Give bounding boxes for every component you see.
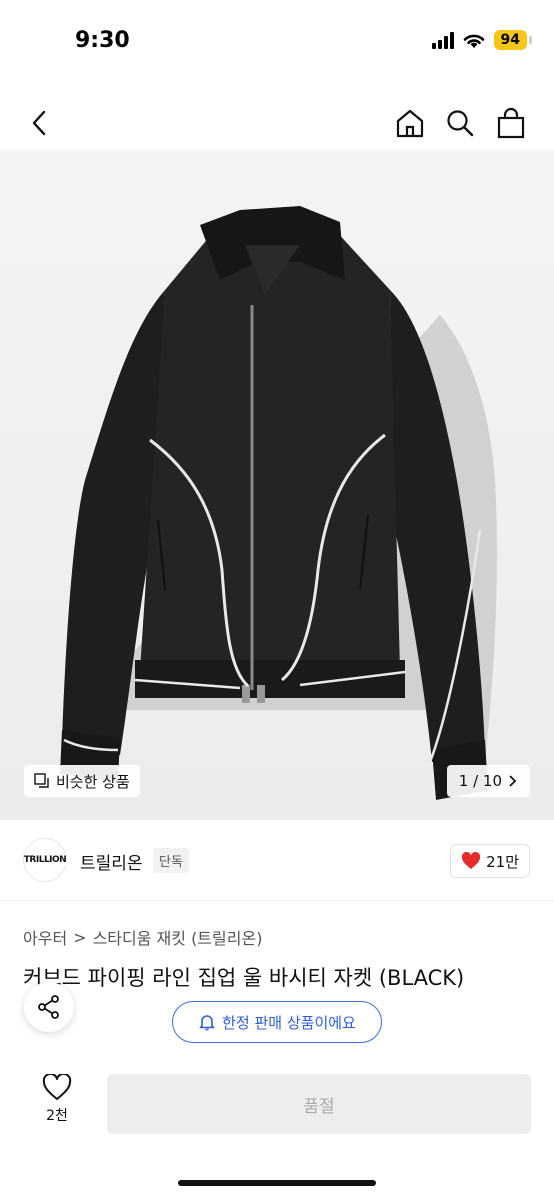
cart-button[interactable]: [491, 103, 531, 143]
top-navigation: [0, 95, 554, 151]
brand-logo[interactable]: TRILLION: [23, 838, 67, 882]
share-icon: [38, 995, 59, 1019]
home-indicator: [178, 1180, 376, 1186]
heart-filled-icon: [462, 852, 481, 869]
breadcrumb-separator: >: [73, 927, 87, 947]
breadcrumb-category[interactable]: 아우터: [23, 925, 67, 949]
heart-outline-icon: [42, 1074, 72, 1100]
status-bar: 9:30 94: [0, 0, 554, 80]
jacket-product-image: [60, 206, 497, 800]
product-title: 커브드 파이핑 라인 집업 울 바시티 자켓 (BLACK): [23, 966, 465, 990]
battery-indicator: 94: [493, 30, 527, 50]
brand-like-button[interactable]: 21만: [450, 844, 530, 878]
exclusive-badge: 단독: [153, 848, 189, 873]
breadcrumb: 아우터 > 스타디움 재킷 (트릴리온): [23, 925, 262, 949]
breadcrumb-subcategory[interactable]: 스타디움 재킷 (트릴리온): [93, 925, 263, 949]
brand-logo-text: TRILLION: [23, 855, 67, 865]
chevron-right-icon: [509, 775, 517, 787]
wishlist-button[interactable]: 2천: [32, 1074, 82, 1125]
shopping-bag-icon: [497, 107, 525, 139]
brand-row: TRILLION 트릴리온 단독 21만: [0, 832, 554, 888]
bell-icon: [199, 1015, 215, 1031]
image-counter-text: 1 / 10: [458, 772, 502, 790]
wishlist-count: 2천: [46, 1108, 68, 1124]
limited-sale-notice[interactable]: 한정 판매 상품이에요: [172, 1001, 382, 1043]
signal-icon: [431, 31, 454, 49]
wifi-icon: [463, 34, 484, 48]
chevron-left-icon: [32, 110, 46, 136]
search-icon: [447, 110, 474, 137]
copy-icon: [34, 773, 49, 788]
status-time: 9:30: [75, 28, 130, 53]
product-image-gallery[interactable]: [0, 150, 554, 820]
section-divider: [0, 900, 554, 901]
bottom-action-bar: 2천 품절: [0, 1058, 554, 1200]
limited-sale-label: 한정 판매 상품이에요: [222, 1013, 356, 1032]
back-button[interactable]: [20, 103, 60, 143]
battery-tip: [529, 36, 532, 44]
share-button[interactable]: [24, 982, 74, 1032]
brand-name[interactable]: 트릴리온: [80, 849, 143, 874]
brand-like-count: 21만: [486, 852, 519, 871]
status-icons: 94: [431, 30, 532, 50]
image-counter[interactable]: 1 / 10: [446, 765, 530, 797]
similar-products-label: 비슷한 상품: [56, 772, 130, 791]
similar-products-button[interactable]: 비슷한 상품: [24, 765, 140, 797]
search-button[interactable]: [440, 103, 480, 143]
home-icon: [396, 109, 424, 138]
home-button[interactable]: [390, 103, 430, 143]
sold-out-button[interactable]: 품절: [107, 1074, 531, 1134]
